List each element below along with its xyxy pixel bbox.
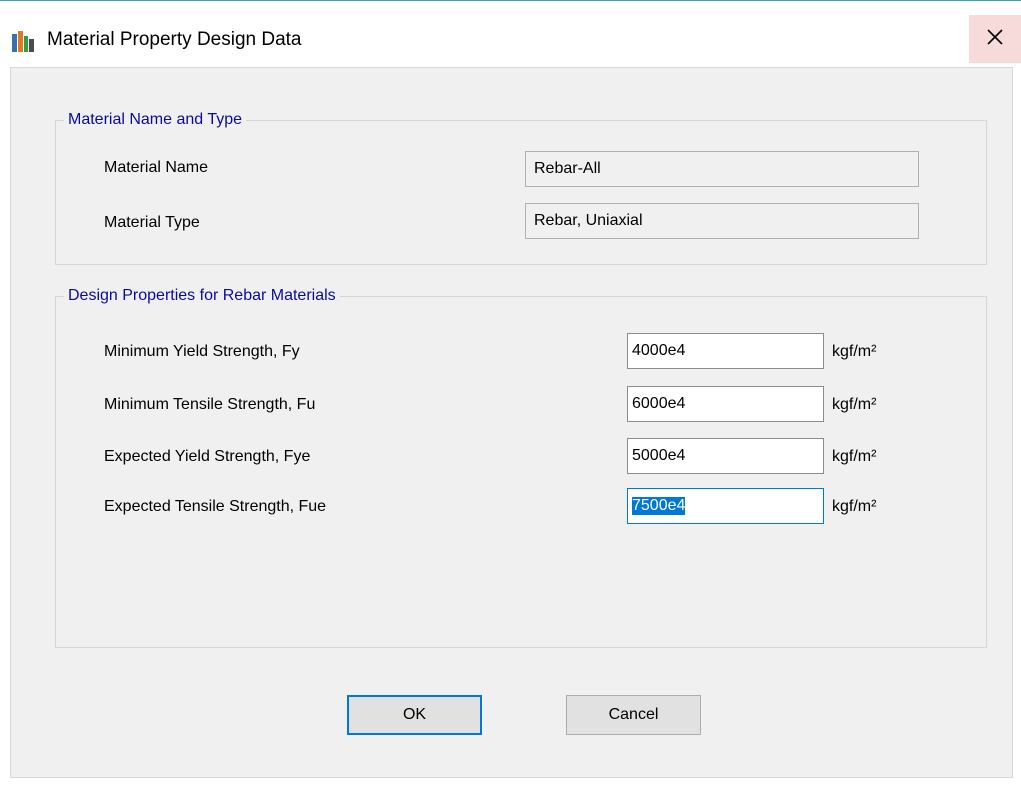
material-name-field: Rebar-All [525, 151, 919, 187]
material-name-label: Material Name [104, 159, 209, 176]
design-properties-group-title: Design Properties for Rebar Materials [64, 286, 340, 306]
min-tensile-strength-input[interactable] [627, 386, 824, 422]
expected-tensile-strength-input[interactable] [627, 488, 824, 524]
expected-tensile-strength-unit: kgf/m² [832, 498, 877, 515]
min-yield-strength-unit: kgf/m² [832, 343, 877, 360]
design-properties-group: Design Properties for Rebar Materials Mi… [55, 286, 987, 648]
material-type-label: Material Type [104, 214, 200, 231]
material-name-type-group: Material Name and Type Material Name Reb… [55, 110, 987, 265]
app-icon [12, 30, 34, 52]
material-type-field: Rebar, Uniaxial [525, 203, 919, 239]
close-icon [986, 28, 1004, 51]
material-name-type-group-title: Material Name and Type [64, 110, 247, 130]
expected-yield-strength-unit: kgf/m² [832, 448, 877, 465]
min-tensile-strength-unit: kgf/m² [832, 396, 877, 413]
cancel-button[interactable]: Cancel [566, 695, 701, 735]
dialog-window: Material Property Design Data Material N… [0, 0, 1021, 803]
title-bar[interactable]: Material Property Design Data [0, 1, 1021, 67]
min-yield-strength-input[interactable] [627, 333, 824, 369]
min-yield-strength-label: Minimum Yield Strength, Fy [104, 343, 300, 360]
min-tensile-strength-label: Minimum Tensile Strength, Fu [104, 396, 316, 413]
expected-yield-strength-input[interactable] [627, 438, 824, 474]
dialog-client-area: Material Name and Type Material Name Reb… [10, 67, 1013, 778]
window-title: Material Property Design Data [47, 29, 302, 50]
ok-button[interactable]: OK [347, 695, 482, 735]
close-button[interactable] [969, 15, 1021, 63]
expected-yield-strength-label: Expected Yield Strength, Fye [104, 448, 311, 465]
expected-tensile-strength-label: Expected Tensile Strength, Fue [104, 498, 327, 515]
